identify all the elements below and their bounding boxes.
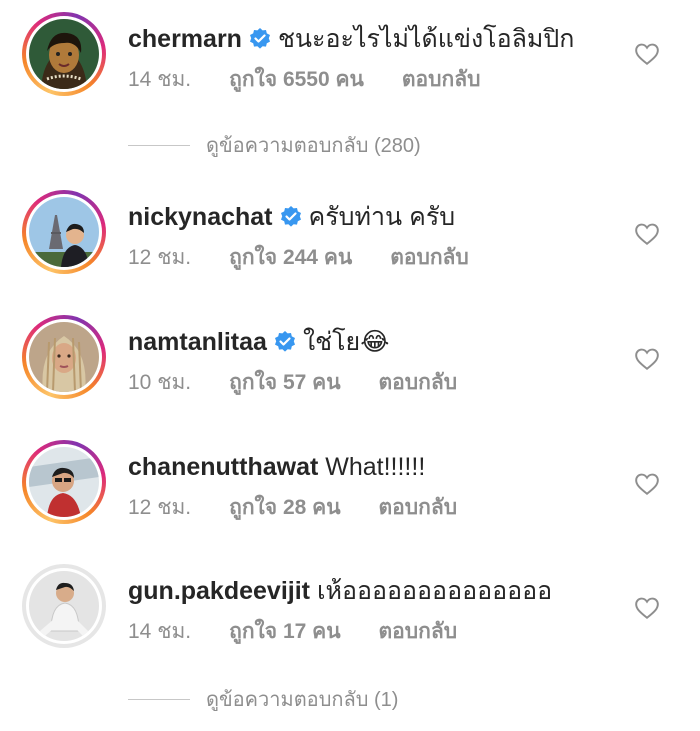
verified-badge-icon [279,205,303,236]
heart-outline-icon[interactable] [634,347,660,371]
view-replies-label[interactable]: ดูข้อความตอบกลับ (280) [206,129,421,161]
heart-outline-icon[interactable] [634,42,660,66]
heart-outline-icon[interactable] [634,472,660,496]
verified-badge-icon [248,27,272,58]
avatar[interactable] [29,19,99,89]
comment-username[interactable]: namtanlitaa [128,328,267,356]
comment-time: 14 ชม. [128,68,192,91]
avatar[interactable] [29,197,99,267]
heart-outline-icon[interactable] [634,222,660,246]
reply-button[interactable]: ตอบกลับ [379,496,458,519]
comment-username[interactable]: nickynachat [128,203,273,231]
heart-outline-icon[interactable] [634,596,660,620]
comment-time: 12 ชม. [128,246,192,269]
story-ring[interactable] [22,440,106,524]
comment-username[interactable]: chanenutthawat [128,453,318,481]
comment-item: chanenutthawat What!!!!!! 12 ชม. ถูกใจ 28… [0,440,700,540]
view-replies-button[interactable]: ดูข้อความตอบกลับ (1) [128,684,398,714]
comment-text: ครับท่าน ครับ [308,203,456,231]
divider-line [128,144,190,146]
comment-item: namtanlitaa ใช่โย😂 10 ชม. ถูกใจ 57 คน ตอบกล… [0,315,700,415]
comment-text: ชนะอะไรไม่ได้แข่งโอลิมปิก [277,25,575,53]
comment-likes[interactable]: ถูกใจ 244 คน [229,246,352,269]
comment-likes[interactable]: ถูกใจ 28 คน [229,496,340,519]
verified-badge-icon [273,330,297,361]
story-ring[interactable] [22,190,106,274]
comment-time: 12 ชม. [128,496,192,519]
comment-text: What!!!!!! [325,453,426,481]
avatar[interactable] [29,322,99,392]
comment-item: gun.pakdeevijit เห้ออออออออออออออ 14 ชม.… [0,564,700,664]
comment-username[interactable]: chermarn [128,25,242,53]
divider-line [128,698,190,700]
reply-button[interactable]: ตอบกลับ [402,68,481,91]
view-replies-button[interactable]: ดูข้อความตอบกลับ (280) [128,130,421,160]
reply-button[interactable]: ตอบกลับ [379,620,458,643]
comment-likes[interactable]: ถูกใจ 57 คน [229,371,340,394]
avatar[interactable] [29,447,99,517]
comment-time: 10 ชม. [128,371,192,394]
comment-item: chermarn ชนะอะไรไม่ได้แข่งโอลิมปิก 14 ชม.… [0,12,700,112]
avatar-frame[interactable] [22,564,106,648]
comment-likes[interactable]: ถูกใจ 6550 คน [229,68,364,91]
comment-time: 14 ชม. [128,620,192,643]
comment-likes[interactable]: ถูกใจ 17 คน [229,620,340,643]
comment-username[interactable]: gun.pakdeevijit [128,577,310,605]
comment-text: ใช่โย😂 [302,328,390,356]
view-replies-label[interactable]: ดูข้อความตอบกลับ (1) [206,683,398,715]
comment-item: nickynachat ครับท่าน ครับ 12 ชม. ถูกใจ 244… [0,190,700,290]
reply-button[interactable]: ตอบกลับ [379,371,458,394]
avatar[interactable] [29,571,99,641]
story-ring[interactable] [22,315,106,399]
story-ring[interactable] [22,12,106,96]
comment-text: เห้ออออออออออออออ [316,577,553,605]
reply-button[interactable]: ตอบกลับ [390,246,469,269]
